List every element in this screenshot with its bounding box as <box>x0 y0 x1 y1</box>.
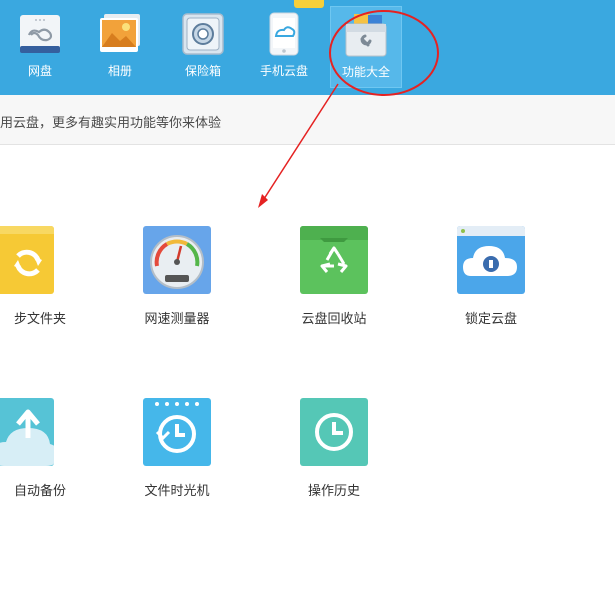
pointer-arrow-head <box>258 194 268 208</box>
speedometer-icon <box>143 226 211 294</box>
nav-label: 保险箱 <box>184 64 221 78</box>
tile-speedometer[interactable]: 网速测量器 <box>117 226 237 346</box>
nav-label: 功能大全 <box>341 65 390 79</box>
toolbox-icon <box>344 13 388 57</box>
lock-cloud-icon <box>457 226 525 294</box>
tile-lock-cloud[interactable]: 锁定云盘 <box>431 226 551 346</box>
auto-backup-icon <box>0 398 54 466</box>
tile-label: 网速测量器 <box>144 312 210 327</box>
tile-auto-backup[interactable]: 自动备份 <box>0 398 80 518</box>
tile-label: 步文件夹 <box>13 312 66 327</box>
nav-label: 手机云盘 <box>259 64 308 78</box>
tile-recycle-bin[interactable]: 云盘回收站 <box>274 226 394 346</box>
new-badge <box>294 0 324 8</box>
nav-toolbox[interactable]: 功能大全 <box>330 6 402 88</box>
nav-cloud-drive[interactable]: 网盘 <box>4 0 76 88</box>
cloud-drive-icon <box>18 12 62 56</box>
tile-label: 锁定云盘 <box>464 312 517 327</box>
feature-banner: 用云盘，更多有趣实用功能等你来体验 <box>0 95 615 145</box>
nav-safe[interactable]: 保险箱 <box>167 0 239 88</box>
nav-photo-album[interactable]: 相册 <box>84 0 156 88</box>
banner-text: 用云盘，更多有趣实用功能等你来体验 <box>0 116 222 131</box>
tile-label: 自动备份 <box>13 484 66 499</box>
time-machine-icon <box>143 398 211 466</box>
tile-history[interactable]: 操作历史 <box>274 398 394 518</box>
tile-label: 文件时光机 <box>144 484 210 499</box>
photo-album-icon <box>98 12 142 56</box>
recycle-bin-icon <box>300 226 368 294</box>
top-toolbar: 网盘 相册 保险箱 手机云盘 功能大全 <box>0 0 615 95</box>
nav-label: 网盘 <box>27 64 52 78</box>
nav-label: 相册 <box>107 64 132 78</box>
safe-icon <box>181 12 225 56</box>
nav-phone-cloud[interactable]: 手机云盘 <box>248 0 320 88</box>
tile-time-machine[interactable]: 文件时光机 <box>117 398 237 518</box>
tile-label: 云盘回收站 <box>301 312 367 327</box>
tile-sync-folder[interactable]: 步文件夹 <box>0 226 80 346</box>
sync-folder-icon <box>0 226 54 294</box>
tile-label: 操作历史 <box>307 484 360 499</box>
phone-cloud-icon <box>262 12 306 56</box>
history-clock-icon <box>300 398 368 466</box>
